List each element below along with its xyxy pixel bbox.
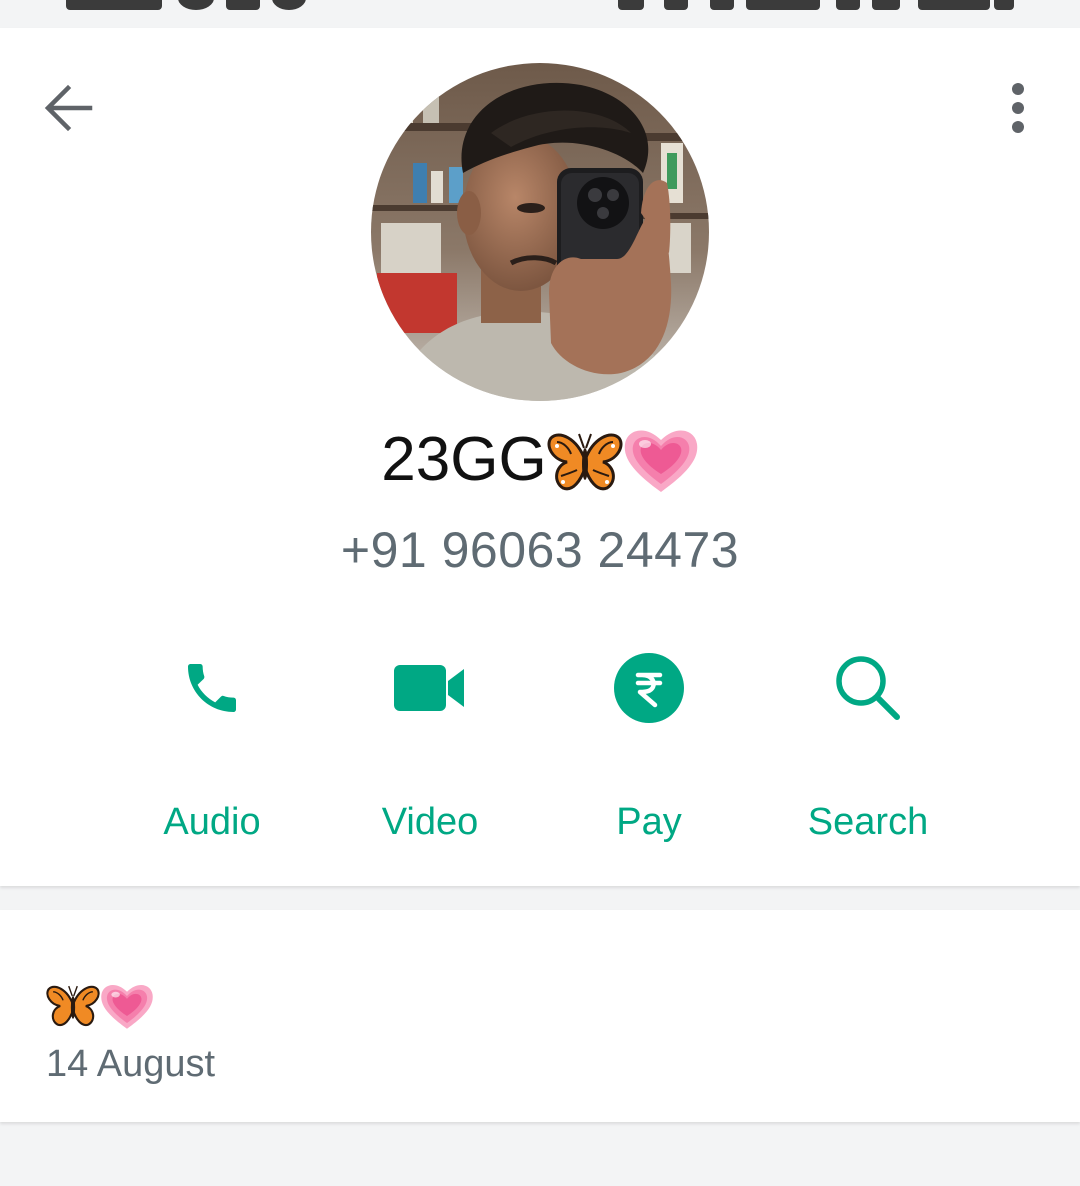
rupee-icon — [609, 648, 689, 728]
clock-glyph — [66, 0, 162, 10]
data-arrows-icon — [836, 0, 860, 10]
lte-signal-icon — [746, 0, 820, 10]
growing-heart-emoji-icon — [623, 426, 699, 514]
status-bar — [0, 0, 1080, 28]
message-status-icon — [226, 0, 260, 10]
phone-icon — [172, 648, 252, 728]
about-section[interactable]: 14 August — [0, 910, 1080, 1122]
bluetooth-icon — [664, 0, 688, 10]
pay-button[interactable]: Pay — [549, 648, 749, 848]
butterfly-emoji-icon — [46, 983, 100, 1034]
alarm-icon — [618, 0, 644, 10]
contact-phone: +91 96063 24473 — [340, 522, 740, 578]
profile-photo-image — [371, 63, 709, 401]
video-call-button[interactable]: Video — [330, 648, 530, 848]
growing-heart-emoji-icon — [100, 981, 154, 1036]
contact-name: 23GG — [0, 420, 1080, 514]
profile-card: 23GG +91 96063 24473 Audio Video Pay Sea… — [0, 28, 1080, 886]
pay-label: Pay — [616, 801, 682, 843]
contact-name-text: 23GG — [381, 425, 547, 494]
about-date: 14 August — [46, 1043, 216, 1085]
search-label: Search — [807, 801, 929, 843]
audio-call-button[interactable]: Audio — [112, 648, 312, 848]
signal-icon — [872, 0, 900, 10]
butterfly-emoji-icon — [547, 430, 623, 514]
whatsapp-status-icon — [178, 0, 214, 10]
battery-icon — [994, 0, 1014, 10]
about-status — [46, 982, 154, 1034]
video-label: Video — [381, 801, 479, 843]
arrow-left-icon — [44, 84, 93, 132]
search-icon — [828, 648, 908, 728]
more-options-button[interactable] — [988, 74, 1048, 142]
app-status-icon — [272, 0, 306, 10]
search-button[interactable]: Search — [768, 648, 968, 848]
mute-icon — [710, 0, 734, 10]
audio-label: Audio — [163, 801, 261, 843]
battery-percent-glyph — [918, 0, 990, 10]
more-vertical-icon — [1012, 83, 1024, 133]
back-button[interactable] — [34, 78, 102, 138]
profile-photo[interactable] — [371, 63, 709, 401]
video-camera-icon — [390, 648, 470, 728]
